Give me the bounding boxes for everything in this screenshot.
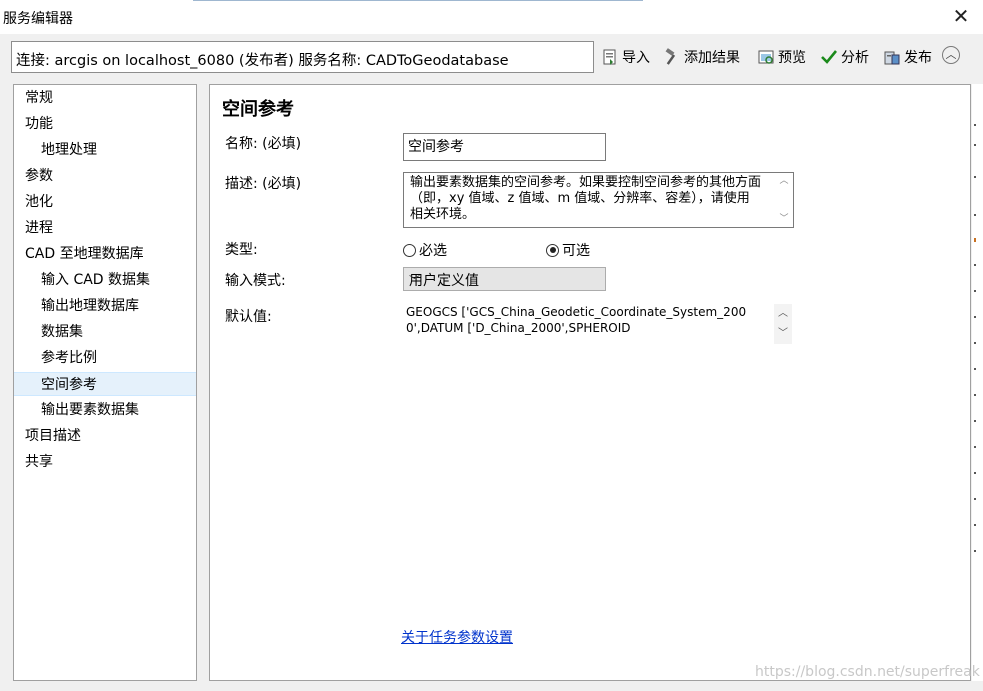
connection-info-text: 连接: arcgis on localhost_6080 (发布者) 服务名称:… [16,53,509,69]
default-value-field[interactable]: GEOGCS ['GCS_China_Geodetic_Coordinate_S… [406,304,751,344]
sidebar-item-geoprocessing[interactable]: 地理处理 [14,138,196,162]
sidebar-item-capabilities[interactable]: 功能 [14,112,196,136]
publish-label: 发布 [904,50,932,66]
import-label: 导入 [622,50,650,66]
import-icon [601,48,619,66]
radio-unchecked-icon [403,243,416,257]
radio-checked-icon [546,243,559,257]
description-field[interactable]: 输出要素数据集的空间参考。如果要控制空间参考的其他方面（即，xy 值域、z 值域… [403,172,794,228]
sidebar-item-parameters[interactable]: 参数 [14,164,196,188]
parameter-panel: 空间参考 名称: (必填) 空间参考 描述: (必填) 输出要素数据集的空间参考… [209,84,971,681]
sidebar-nav: 常规 功能 地理处理 参数 池化 进程 CAD 至地理数据库 输入 CAD 数据… [13,84,197,681]
type-optional-radio[interactable]: 可选 [546,240,590,260]
analyze-label: 分析 [841,50,869,66]
watermark: https://blog.csdn.net/superfreak [755,664,980,680]
input-mode-dropdown[interactable]: 用户定义值 ﹀ [403,267,606,291]
add-result-label: 添加结果 [684,50,740,66]
page-title: 空间参考 [222,99,294,120]
name-label: 名称: (必填) [225,136,302,152]
chevron-down-icon: ﹀ [409,274,420,287]
sidebar-item-processes[interactable]: 进程 [14,216,196,240]
scroll-down-icon[interactable]: ﹀ [776,212,792,226]
name-field-value: 空间参考 [408,139,464,155]
sidebar-item-cad-to-gdb[interactable]: CAD 至地理数据库 [14,242,196,266]
close-button[interactable]: ✕ [950,5,972,27]
sidebar-item-reference-scale[interactable]: 参考比例 [14,346,196,370]
description-scrollbar[interactable]: ︿ ﹀ [776,174,792,226]
publish-button[interactable]: 发布 [883,45,932,69]
scroll-down-icon[interactable]: ﹀ [774,324,792,344]
description-field-value: 输出要素数据集的空间参考。如果要控制空间参考的其他方面（即，xy 值域、z 值域… [410,175,762,222]
type-optional-label: 可选 [562,243,590,259]
default-value-scrollbar[interactable]: ︿ ﹀ [774,304,792,344]
task-parameter-help-link[interactable]: 关于任务参数设置 [401,627,513,647]
title-bar: 服务编辑器 ✕ [0,0,983,34]
sidebar-item-general[interactable]: 常规 [14,86,196,110]
connection-info-box: 连接: arcgis on localhost_6080 (发布者) 服务名称:… [11,41,594,73]
preview-button[interactable]: 预览 [757,45,806,69]
name-field[interactable]: 空间参考 [403,133,606,161]
scroll-up-icon[interactable]: ︿ [774,304,792,324]
scroll-up-icon[interactable]: ︿ [776,174,792,188]
sidebar-item-sharing[interactable]: 共享 [14,450,196,474]
sidebar-item-pooling[interactable]: 池化 [14,190,196,214]
collapse-button[interactable]: ︿ [942,46,960,64]
title-bar-accent [193,0,643,1]
type-label: 类型: [225,242,258,258]
import-button[interactable]: 导入 [601,45,650,69]
add-result-button[interactable]: 添加结果 [663,45,740,69]
hammer-icon [663,48,681,66]
window-title: 服务编辑器 [3,11,73,27]
preview-icon [757,48,775,66]
preview-label: 预览 [778,50,806,66]
sidebar-item-output-gdb[interactable]: 输出地理数据库 [14,294,196,318]
sidebar-item-dataset[interactable]: 数据集 [14,320,196,344]
publish-icon [883,48,901,66]
sidebar-item-item-description[interactable]: 项目描述 [14,424,196,448]
type-required-radio[interactable]: 必选 [403,240,447,260]
analyze-button[interactable]: 分析 [820,45,869,69]
sidebar-item-spatial-reference[interactable]: 空间参考 [14,372,196,396]
checkmark-icon [820,48,838,66]
description-label: 描述: (必填) [225,176,302,192]
default-value-label: 默认值: [225,309,272,325]
type-required-label: 必选 [419,243,447,259]
sidebar-item-input-cad[interactable]: 输入 CAD 数据集 [14,268,196,292]
right-edge-strip [972,84,983,681]
sidebar-item-output-feature-dataset[interactable]: 输出要素数据集 [14,398,196,422]
input-mode-label: 输入模式: [225,273,286,289]
